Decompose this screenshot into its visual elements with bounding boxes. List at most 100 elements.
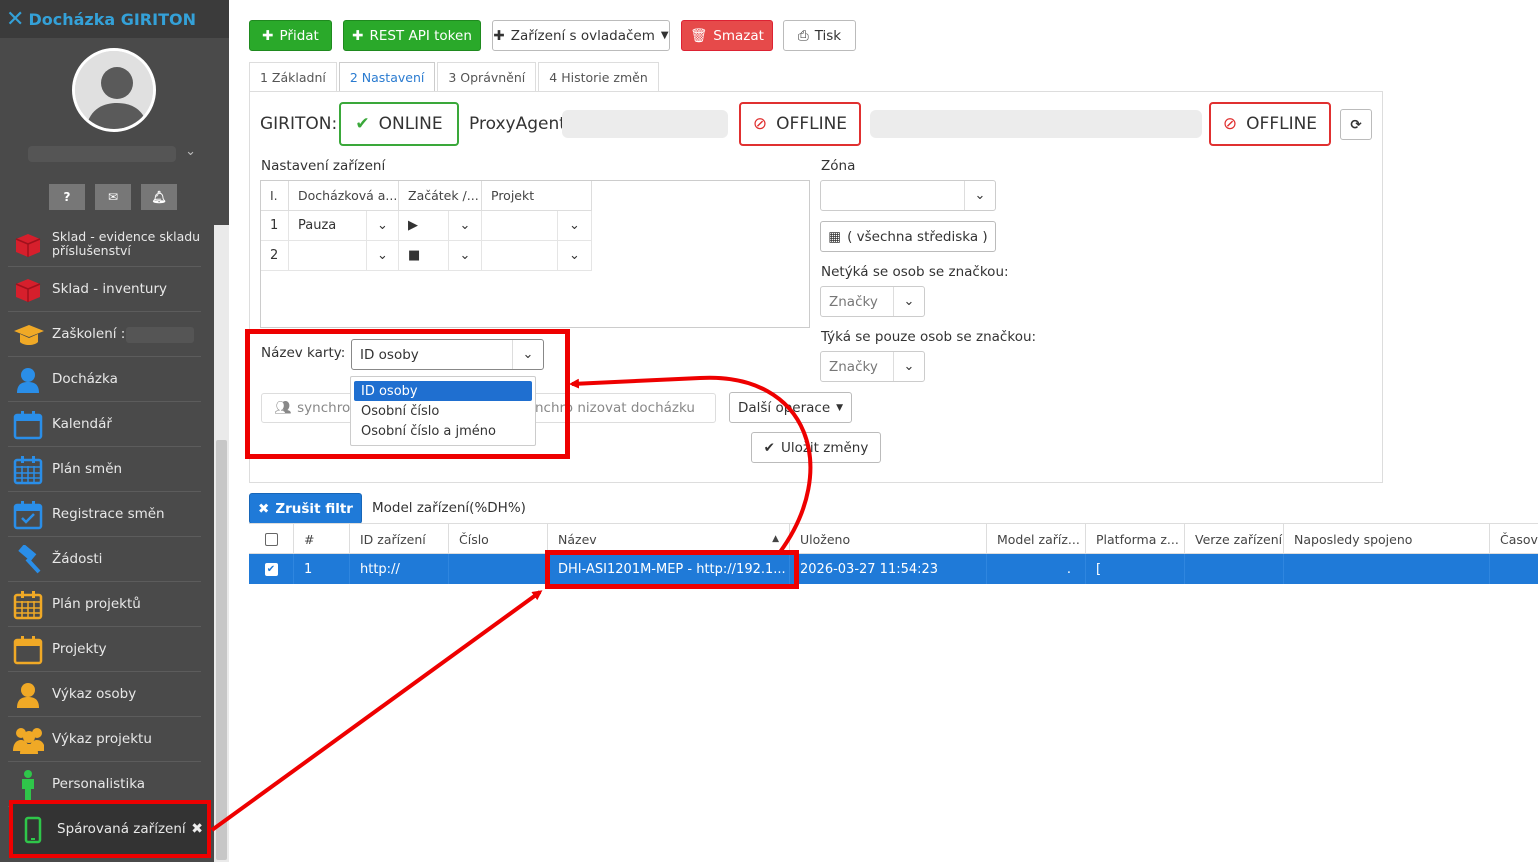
row-cell-model: .: [987, 554, 1086, 584]
more-operations-button[interactable]: Další operace ▼: [729, 392, 852, 423]
row-cell-index: 1: [294, 554, 350, 584]
proxy-agent-label: ProxyAgent: [469, 114, 566, 134]
all-centers-button[interactable]: ▦( všechna střediska ): [820, 221, 996, 252]
chevron-down-icon[interactable]: ⌄: [558, 211, 592, 241]
tab-opravneni[interactable]: 3 Oprávnění: [437, 62, 537, 91]
row-cell-number: [449, 554, 548, 584]
user-menu[interactable]: ⌄: [28, 144, 198, 164]
grid-header: Začátek /...: [399, 181, 482, 211]
device-settings-title: Nastavení zařízení: [261, 158, 386, 174]
question-icon[interactable]: ?: [49, 184, 85, 210]
chevron-down-icon[interactable]: ⌄: [558, 241, 592, 271]
grid-cell-type[interactable]: Pauza: [289, 211, 367, 241]
select-all-checkbox[interactable]: [249, 524, 294, 554]
plus-icon: ✚: [493, 27, 505, 44]
redacted-text: [562, 110, 728, 138]
calendar-icon: [12, 634, 44, 666]
app-title: Docházka GIRITON: [28, 9, 196, 29]
person-icon: [12, 679, 44, 711]
device-settings-grid: I. Docházková a... Začátek /... Projekt …: [260, 180, 810, 328]
sidebar-item-label: Docházka: [52, 371, 118, 387]
grid-cell-start[interactable]: ▶: [399, 211, 449, 241]
sidebar-top-icons: ? ✉ 🔔︎: [49, 184, 177, 210]
row-checkbox[interactable]: ✔: [249, 554, 294, 584]
chevron-down-icon: ⌄: [185, 144, 196, 159]
sort-asc-icon: ▲: [772, 534, 779, 544]
row-cell-last-connected: [1284, 554, 1490, 584]
sidebar-scrollbar-thumb[interactable]: [216, 440, 227, 860]
print-button[interactable]: ⎙ Tisk: [783, 20, 856, 51]
offline-status-badge-1: ⊘ OFFLINE: [739, 102, 861, 146]
only-tags-select[interactable]: Značky ⌄: [820, 351, 925, 382]
ban-icon: ⊘: [752, 114, 768, 134]
sidebar-item-plan-smen[interactable]: Plán směn: [8, 447, 201, 492]
save-changes-button[interactable]: ✔ Uložit změny: [751, 432, 881, 463]
sidebar-item-projekty[interactable]: Projekty: [8, 627, 201, 672]
graduation-cap-icon: [12, 319, 44, 351]
plus-icon: ✚: [262, 27, 274, 44]
sidebar-item-label: Projekty: [52, 641, 107, 657]
column-header[interactable]: Časová: [1490, 524, 1538, 554]
chevron-down-icon[interactable]: ⌄: [367, 211, 399, 241]
group-icon: [12, 724, 44, 756]
sidebar-item-label: Kalendář: [52, 416, 112, 432]
sidebar-item-zaskoleni[interactable]: Zaškolení :: [8, 312, 201, 357]
grid-cell-type[interactable]: [289, 241, 367, 271]
chevron-down-icon[interactable]: ⌄: [367, 241, 399, 271]
close-icon: ✖: [258, 500, 270, 517]
calendar-grid-icon: [12, 454, 44, 486]
brand-header[interactable]: ✕ Docházka GIRITON: [0, 0, 229, 38]
bell-icon[interactable]: 🔔︎: [141, 184, 177, 210]
chevron-down-icon[interactable]: ⌄: [449, 241, 482, 271]
add-button[interactable]: ✚ Přidat: [249, 20, 332, 51]
zone-select[interactable]: ⌄: [820, 180, 996, 211]
column-header[interactable]: Uloženo: [790, 524, 987, 554]
sidebar-item-sklad-inventury[interactable]: Sklad - inventury: [8, 267, 201, 312]
close-icon[interactable]: ✖: [191, 821, 203, 837]
devices-dropdown-button[interactable]: ✚ Zařízení s ovladačem ▼: [492, 20, 670, 51]
column-header[interactable]: Platforma z...: [1086, 524, 1185, 554]
column-header[interactable]: #: [294, 524, 350, 554]
tab-zakladni[interactable]: 1 Základní: [249, 62, 337, 91]
user-name-redacted: [28, 146, 176, 162]
sidebar-item-zadosti[interactable]: Žádosti: [8, 537, 201, 582]
sidebar-item-sklad-evidence[interactable]: Sklad - evidence skladu příslušenství: [8, 222, 201, 267]
sidebar-item-plan-projektu[interactable]: Plán projektů: [8, 582, 201, 627]
cancel-filter-button[interactable]: ✖ Zrušit filtr: [249, 493, 362, 524]
column-header[interactable]: ID zařízení: [350, 524, 449, 554]
plus-icon: ✚: [352, 27, 364, 44]
chevron-down-icon[interactable]: ⌄: [449, 211, 482, 241]
not-tags-select[interactable]: Značky ⌄: [820, 286, 925, 317]
sidebar-item-label: Registrace směn: [52, 506, 165, 522]
online-status-badge: ✔ ONLINE: [339, 102, 459, 146]
refresh-button[interactable]: ⟳: [1340, 109, 1372, 140]
grid-cell-project[interactable]: [482, 241, 558, 271]
grid-cell-project[interactable]: [482, 211, 558, 241]
row-cell-saved: 2026-03-27 11:54:23: [790, 554, 987, 584]
column-header[interactable]: Číslo: [449, 524, 548, 554]
sidebar-item-dochazka[interactable]: Docházka: [8, 357, 201, 402]
column-header[interactable]: Model zaříz...: [987, 524, 1086, 554]
column-header[interactable]: Verze zařízení: [1185, 524, 1284, 554]
sidebar-item-label: Plán projektů: [52, 596, 141, 612]
arrow-to-name: [210, 590, 543, 832]
delete-button[interactable]: 🗑︎ Smazat: [681, 20, 773, 51]
sidebar-item-vykaz-projektu[interactable]: Výkaz projektu: [8, 717, 201, 762]
tab-historie-zmen[interactable]: 4 Historie změn: [538, 62, 659, 91]
column-header[interactable]: Naposledy spojeno: [1284, 524, 1490, 554]
mail-icon[interactable]: ✉: [95, 184, 131, 210]
calendar-icon: [12, 409, 44, 441]
printer-icon: ⎙: [797, 27, 809, 44]
grid-cell-start[interactable]: ■: [399, 241, 449, 271]
person-icon: [12, 364, 44, 396]
sidebar-item-registrace-smen[interactable]: Registrace směn: [8, 492, 201, 537]
rest-api-token-button[interactable]: ✚ REST API token: [343, 20, 481, 51]
chevron-down-icon: ⌄: [964, 181, 995, 210]
sidebar-item-sparovana-zarizeni[interactable]: Spárovaná zařízení ✖: [9, 800, 211, 858]
sidebar-item-label: Výkaz osoby: [52, 686, 137, 702]
tab-nastaveni[interactable]: 2 Nastavení: [338, 62, 436, 92]
sidebar-item-kalendar[interactable]: Kalendář: [8, 402, 201, 447]
avatar[interactable]: [72, 48, 156, 132]
sidebar-item-label: Personalistika: [52, 776, 146, 792]
sidebar-item-vykaz-osoby[interactable]: Výkaz osoby: [8, 672, 201, 717]
